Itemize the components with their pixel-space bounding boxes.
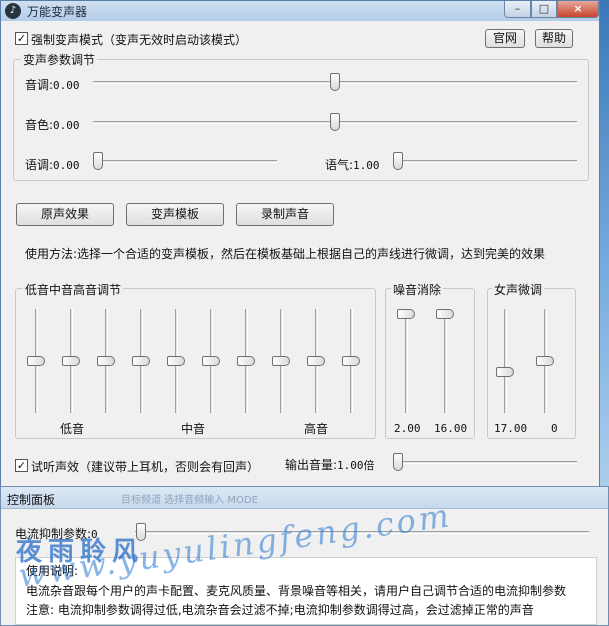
original-sound-button[interactable]: 原声效果 [16, 203, 114, 226]
maximize-button[interactable]: □ [531, 1, 557, 18]
tone-slider-thumb[interactable] [393, 152, 403, 170]
eq-group-title: 低音中音高音调节 [23, 281, 124, 298]
noise-slider-2-value: 16.00 [434, 422, 468, 435]
female-slider-2-thumb[interactable] [536, 356, 554, 366]
noise-slider-1-track[interactable] [405, 309, 408, 413]
close-button[interactable]: × [557, 1, 599, 18]
voice-params-title: 变声参数调节 [21, 51, 98, 68]
record-sound-button[interactable]: 录制声音 [236, 203, 334, 226]
pitch-slider-thumb[interactable] [330, 73, 340, 91]
female-slider-2-value: 0 [551, 422, 558, 435]
noise-slider-1-thumb[interactable] [397, 309, 415, 319]
female-slider-1-thumb[interactable] [496, 367, 514, 377]
tone-slider-track[interactable] [393, 160, 577, 163]
eq-mid-label: 中音 [181, 422, 206, 436]
eq-low-label: 低音 [60, 422, 85, 436]
help-button[interactable]: 帮助 [535, 29, 573, 48]
speed-slider-thumb[interactable] [93, 152, 103, 170]
eq-band-8-thumb[interactable] [272, 356, 290, 366]
noise-slider-2-thumb[interactable] [436, 309, 454, 319]
eq-band-3-thumb[interactable] [97, 356, 115, 366]
eq-band-5-thumb[interactable] [167, 356, 185, 366]
female-slider-1-value: 17.00 [494, 422, 528, 435]
main-window: ♪ 万能变声器 – □ × ✓ 强制变声模式（变声无效时启动该模式） 官网 帮助… [0, 0, 600, 488]
eq-band-7-thumb[interactable] [237, 356, 255, 366]
output-volume-thumb[interactable] [393, 453, 403, 471]
usage-line-2: 注意: 电流抑制参数调得过低,电流杂音会过滤不掉;电流抑制参数调得过高，会过滤掉… [26, 603, 534, 617]
monitor-label: 试听声效（建议带上耳机，否则会有回声） [31, 460, 260, 474]
female-tune-group [487, 288, 576, 439]
website-button[interactable]: 官网 [485, 29, 525, 48]
speed-label: 语调:0.00 [25, 158, 80, 172]
force-mode-checkbox[interactable]: ✓ [15, 32, 28, 45]
noise-group-title: 噪音消除 [391, 281, 444, 298]
control-panel-faded-text: 目标频道 选择音频输入 MODE [121, 495, 258, 506]
control-panel-title-bar[interactable]: 控制面板 目标频道 选择音频输入 MODE [1, 487, 608, 509]
audio-app-icon: ♪ [5, 3, 21, 19]
title-bar[interactable]: ♪ 万能变声器 – □ × [1, 1, 599, 21]
eq-high-label: 高音 [304, 422, 329, 436]
noise-slider-1-value: 2.00 [394, 422, 421, 435]
voice-template-button[interactable]: 变声模板 [126, 203, 224, 226]
timbre-label: 音色:0.00 [25, 118, 80, 132]
eq-band-1-thumb[interactable] [27, 356, 45, 366]
force-mode-label: 强制变声模式（变声无效时启动该模式） [31, 33, 248, 47]
window-title: 万能变声器 [27, 5, 88, 19]
timbre-slider-thumb[interactable] [330, 113, 340, 131]
usage-line-1: 电流杂音跟每个用户的声卡配置、麦克风质量、背景噪音等相关，请用户自己调节合适的电… [26, 584, 567, 598]
usage-hint-text: 使用方法:选择一个合适的变声模板，然后在模板基础上根据自己的声线进行微调，达到完… [25, 247, 546, 261]
speed-slider-track[interactable] [93, 160, 277, 163]
eq-band-4-thumb[interactable] [132, 356, 150, 366]
minimize-button[interactable]: – [504, 1, 531, 18]
female-slider-1-track[interactable] [504, 309, 507, 413]
output-volume-track[interactable] [393, 461, 577, 464]
eq-band-2-thumb[interactable] [62, 356, 80, 366]
monitor-checkbox[interactable]: ✓ [15, 459, 28, 472]
eq-band-9-thumb[interactable] [307, 356, 325, 366]
output-volume-label: 输出音量:1.00倍 [285, 458, 375, 472]
eq-band-10-thumb[interactable] [342, 356, 360, 366]
female-tune-title: 女声微调 [492, 281, 545, 298]
pitch-label: 音调:0.00 [25, 78, 80, 92]
tone-label: 语气:1.00 [325, 158, 380, 172]
noise-slider-2-track[interactable] [444, 309, 447, 413]
eq-band-6-thumb[interactable] [202, 356, 220, 366]
control-panel-title: 控制面板 [7, 493, 56, 507]
